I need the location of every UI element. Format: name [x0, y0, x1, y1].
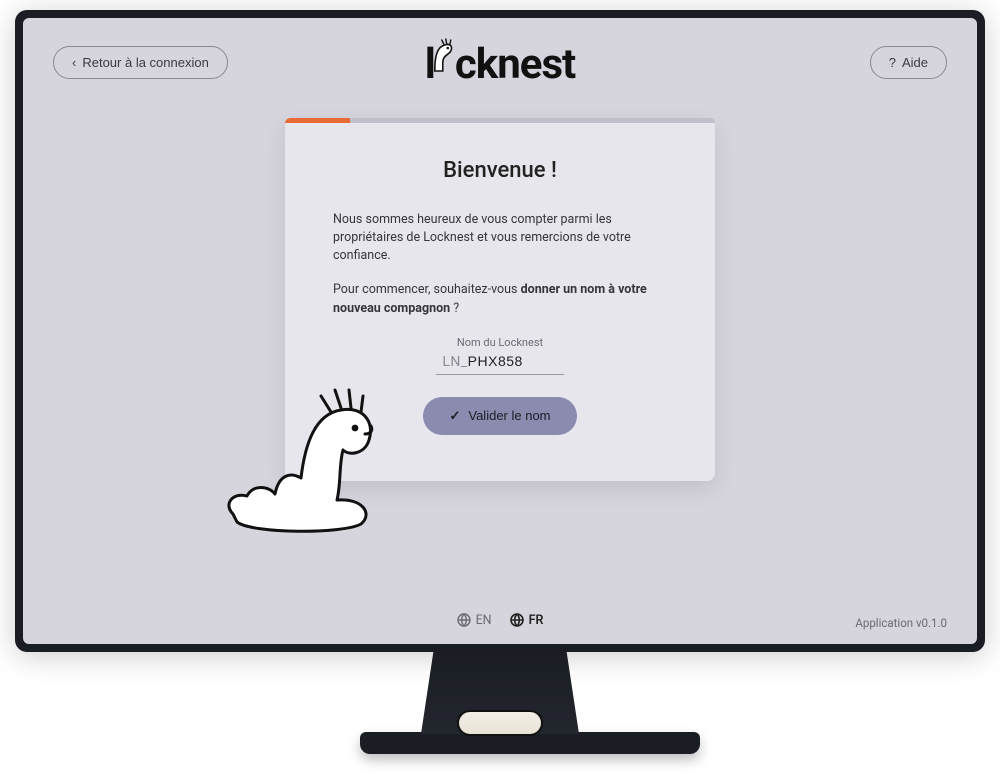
back-button[interactable]: ‹ Retour à la connexion — [53, 46, 228, 79]
question-icon: ? — [889, 55, 896, 70]
chevron-left-icon: ‹ — [72, 56, 76, 69]
welcome-title: Bienvenue ! — [333, 158, 667, 183]
back-button-label: Retour à la connexion — [82, 55, 208, 70]
lang-en[interactable]: EN — [457, 613, 492, 628]
brand-logo: l cknest — [425, 40, 575, 89]
name-input[interactable] — [468, 353, 558, 369]
footer: EN FR Application v0.1.0 — [23, 596, 977, 644]
version-label: Application v0.1.0 — [855, 616, 947, 630]
validate-button-label: Valider le nom — [468, 408, 550, 423]
lang-fr[interactable]: FR — [510, 613, 544, 628]
field-label: Nom du Locknest — [333, 336, 667, 349]
check-icon: ✓ — [449, 408, 460, 424]
app-screen: ‹ Retour à la connexion l cknest — [23, 18, 977, 644]
globe-icon — [457, 613, 471, 627]
field-prefix: LN_ — [442, 354, 467, 370]
progress-bar — [285, 118, 715, 123]
header: ‹ Retour à la connexion l cknest — [23, 18, 977, 118]
help-button-label: Aide — [902, 55, 928, 70]
name-field[interactable]: LN_ — [436, 353, 563, 375]
welcome-paragraph-2: Pour commencer, souhaitez-vous donner un… — [333, 281, 667, 317]
globe-icon — [510, 613, 524, 627]
nessie-logo-icon — [431, 35, 457, 71]
validate-button[interactable]: ✓ Valider le nom — [423, 397, 576, 435]
nessie-mascot-icon — [223, 374, 403, 534]
help-button[interactable]: ? Aide — [870, 46, 947, 79]
monitor-stand — [360, 650, 640, 750]
welcome-paragraph-1: Nous sommes heureux de vous compter parm… — [333, 211, 667, 265]
monitor-frame: ‹ Retour à la connexion l cknest — [15, 10, 985, 652]
